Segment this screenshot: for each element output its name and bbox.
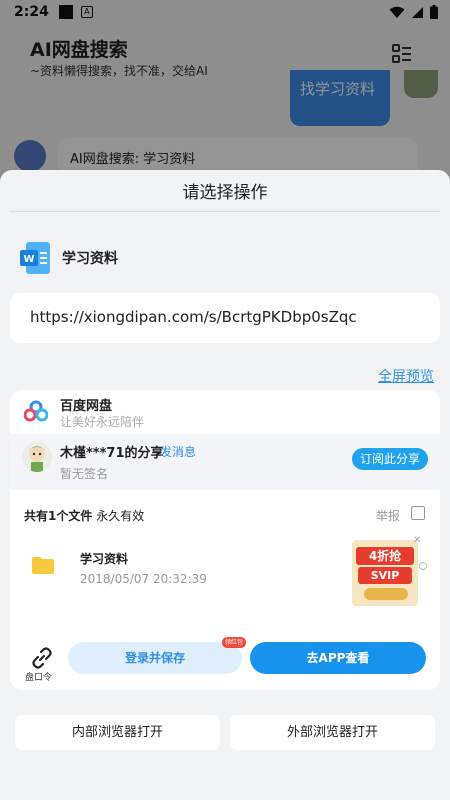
file-item-date: 2018/05/07 20:32:39 bbox=[80, 572, 207, 586]
radio-icon[interactable] bbox=[419, 562, 427, 570]
file-title: 学习资料 bbox=[62, 251, 118, 267]
login-save-button[interactable]: 登录并保存 bbox=[68, 642, 242, 674]
svip-ad-banner[interactable]: 4折抢 SVIP bbox=[352, 540, 418, 606]
open-external-browser-button[interactable]: 外部浏览器打开 bbox=[230, 715, 435, 750]
sharer-name: 木槿***71的分享 bbox=[60, 446, 164, 461]
svg-text:W: W bbox=[23, 254, 34, 265]
ad-close-icon[interactable]: ✕ bbox=[413, 535, 421, 546]
files-validity: 永久有效 bbox=[96, 509, 145, 523]
sharer-signature: 暂无签名 bbox=[60, 467, 109, 481]
subscribe-button[interactable]: 订阅此分享 bbox=[351, 448, 428, 470]
divider bbox=[10, 211, 440, 212]
service-slogan: 让美好永远陪伴 bbox=[60, 415, 145, 429]
folder-icon bbox=[32, 557, 54, 574]
report-link[interactable]: 举报 bbox=[376, 507, 400, 524]
baidu-pan-logo-icon bbox=[23, 400, 49, 422]
service-name: 百度网盘 bbox=[60, 399, 113, 414]
fullscreen-preview-link[interactable]: 全屏预览 bbox=[378, 366, 434, 386]
share-preview-card: 百度网盘 让美好永远陪伴 木槿***71的分享 发消息 暂无签名 订阅此分享 共… bbox=[10, 390, 440, 690]
file-item-name: 学习资料 bbox=[80, 552, 129, 566]
file-header: W 学习资料 bbox=[20, 242, 118, 274]
share-url-field[interactable]: https://xiongdipan.com/s/BcrtgPKDbp0sZqc bbox=[10, 293, 440, 343]
baidu-header: 百度网盘 让美好永远陪伴 bbox=[10, 390, 440, 434]
ad-line-2: SVIP bbox=[358, 567, 412, 584]
ad-line-1: 4折抢 bbox=[356, 547, 414, 565]
red-packet-badge: 领红包 bbox=[222, 637, 247, 648]
send-message-link[interactable]: 发消息 bbox=[160, 443, 196, 460]
select-all-checkbox[interactable] bbox=[411, 506, 425, 520]
open-app-button[interactable]: 去APP查看 bbox=[250, 642, 426, 674]
sharer-avatar bbox=[22, 442, 52, 472]
word-document-icon: W bbox=[20, 242, 50, 274]
link-icon[interactable] bbox=[28, 644, 56, 672]
files-summary: 共有1个文件 永久有效 bbox=[24, 507, 144, 524]
action-sheet: 请选择操作 W 学习资料 https://xiongdipan.com/s/Bc… bbox=[0, 170, 450, 800]
sharer-row: 木槿***71的分享 发消息 暂无签名 订阅此分享 bbox=[10, 434, 440, 490]
coins-icon bbox=[364, 588, 408, 600]
link-label: 盘口令 bbox=[25, 673, 53, 683]
files-count: 共有1个文件 bbox=[24, 509, 93, 523]
sheet-title: 请选择操作 bbox=[182, 183, 268, 203]
open-internal-browser-button[interactable]: 内部浏览器打开 bbox=[15, 715, 220, 750]
